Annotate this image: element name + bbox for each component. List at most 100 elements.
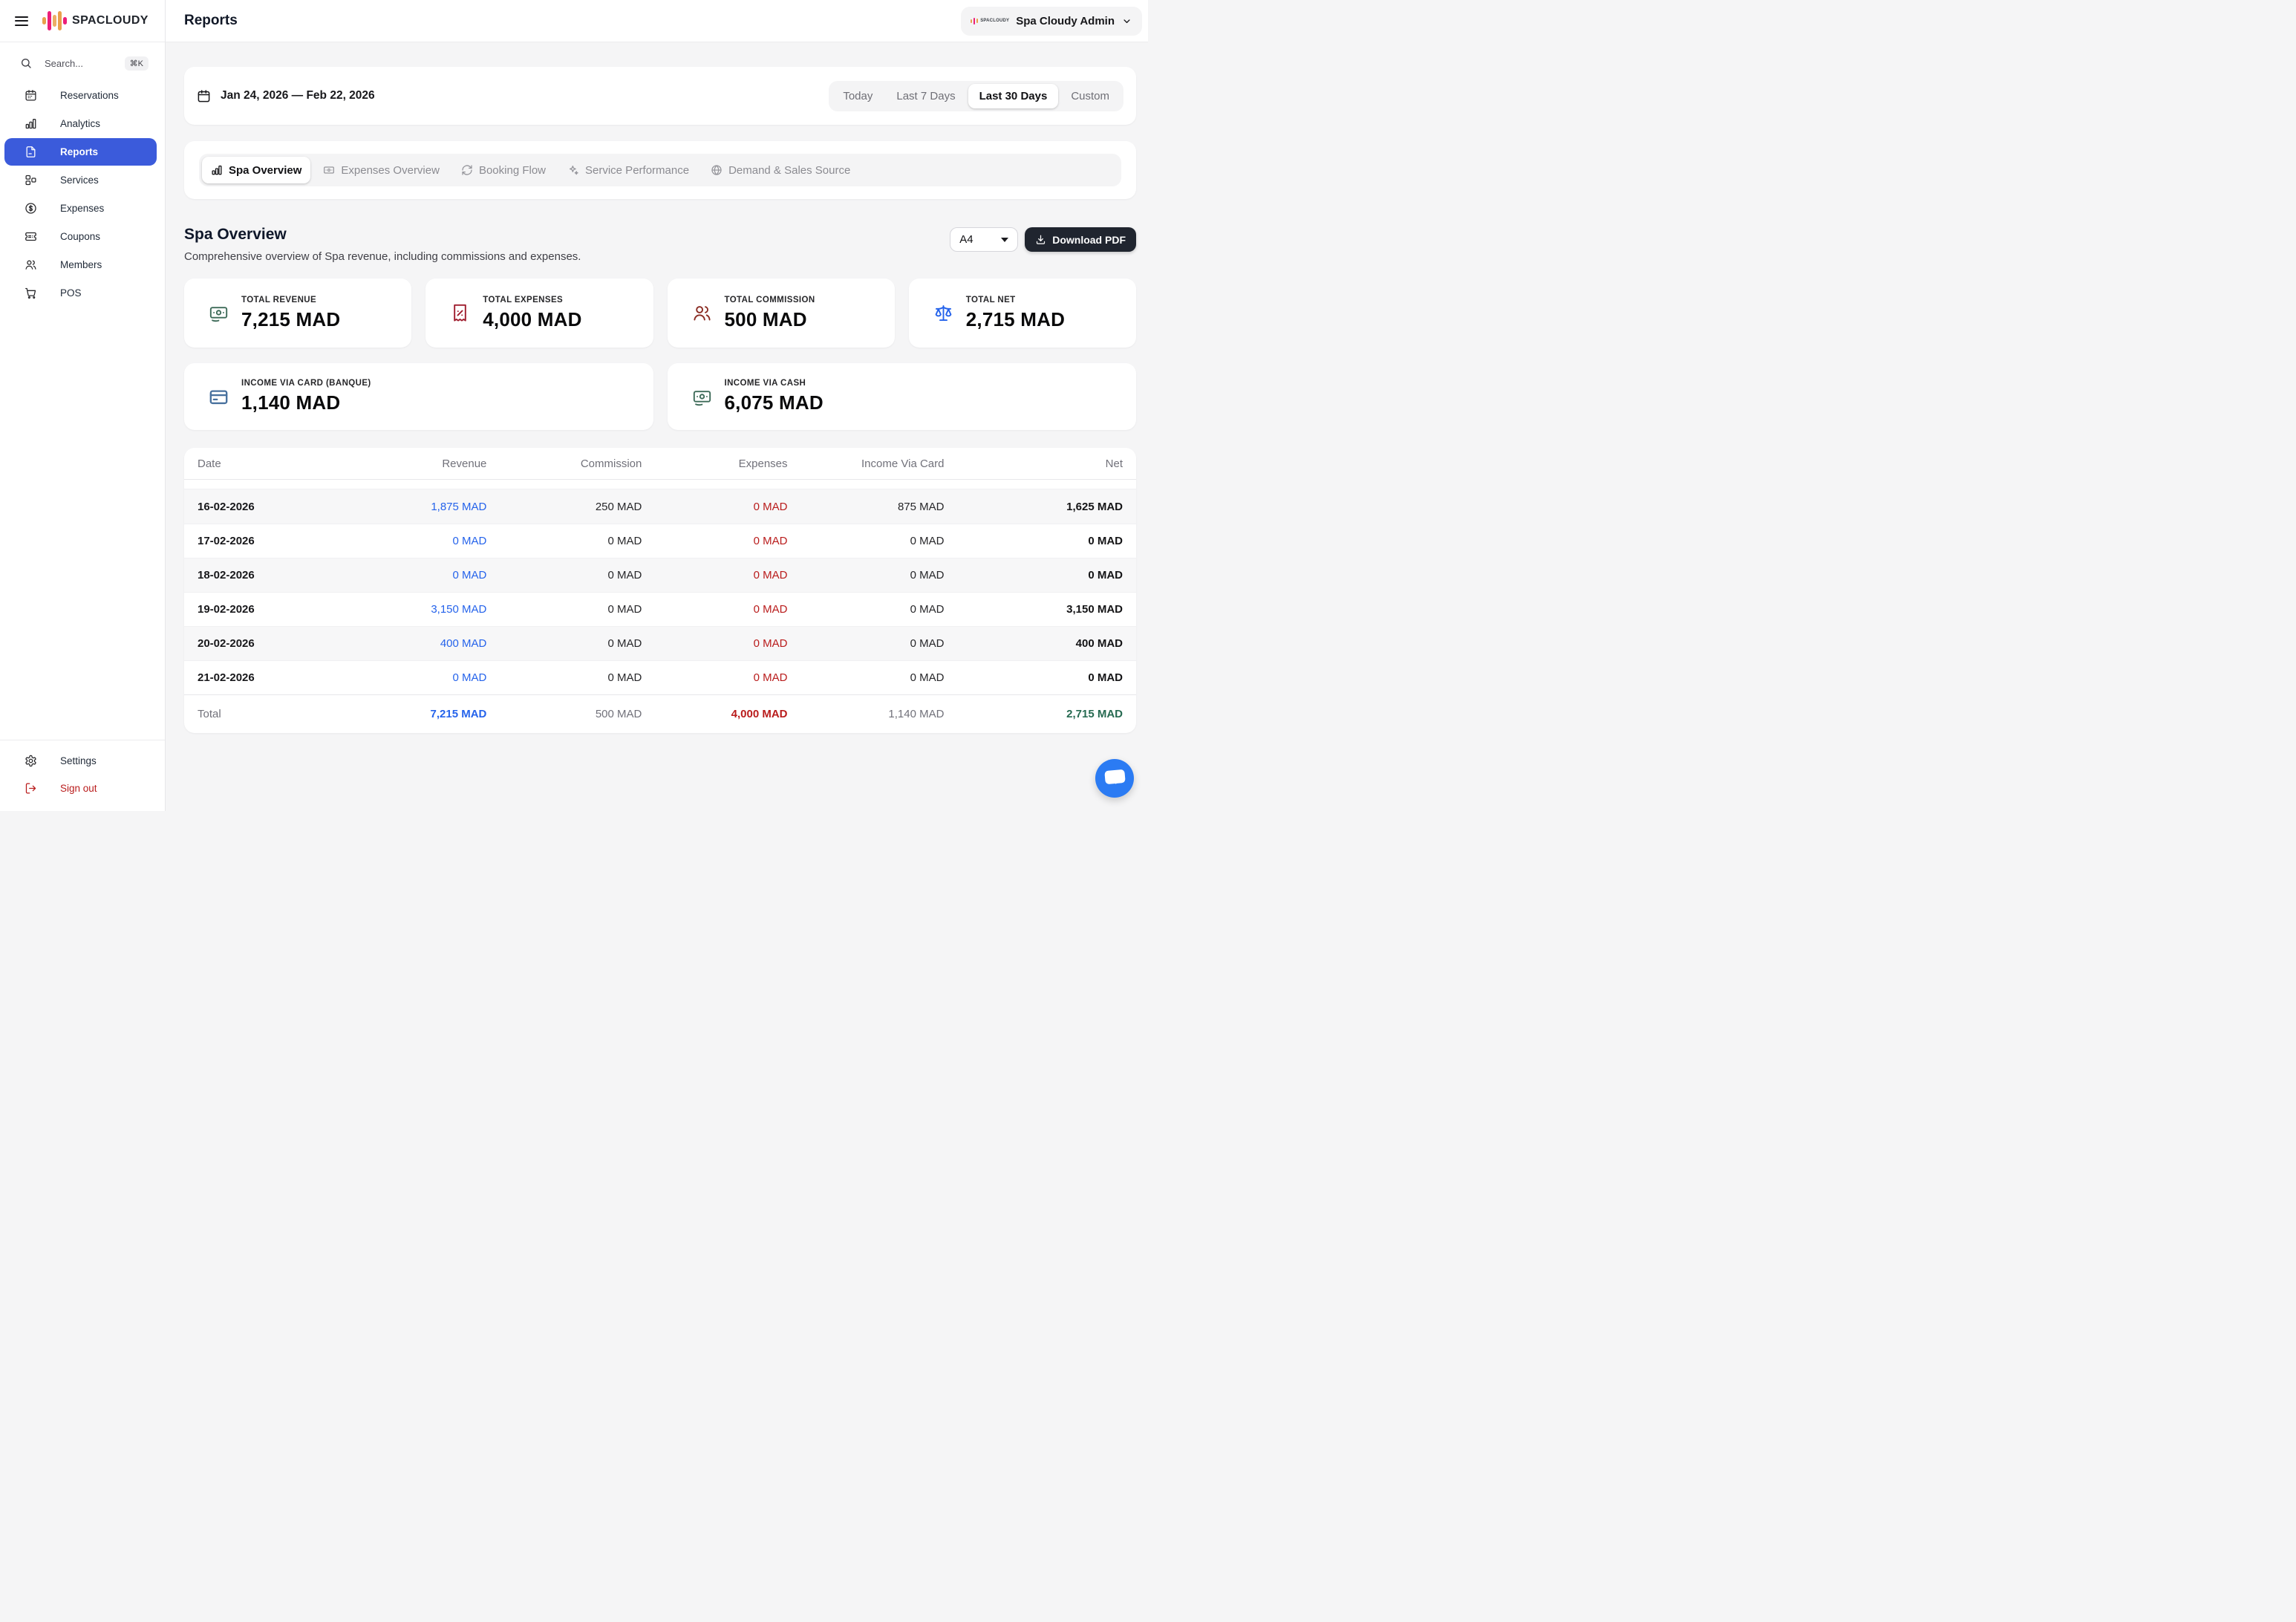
paper-size-select[interactable]: A4	[950, 227, 1018, 252]
content: Jan 24, 2026 — Feb 22, 2026 Today Last 7…	[166, 42, 1148, 733]
sidebar-item-reports[interactable]: Reports	[4, 138, 157, 166]
users-icon	[692, 303, 712, 323]
caret-down-icon	[1001, 238, 1008, 242]
column-header-income-card: Income Via Card	[788, 457, 945, 470]
sidebar-item-coupons[interactable]: Coupons	[4, 223, 157, 250]
sidebar-item-reservations[interactable]: Reservations	[4, 82, 157, 109]
date-range-value: Jan 24, 2026 — Feb 22, 2026	[221, 89, 375, 102]
preset-last-7-days-button[interactable]: Last 7 Days	[885, 84, 966, 108]
banknote-icon	[209, 303, 229, 323]
sidebar-item-label: Coupons	[60, 231, 100, 242]
main-area: Reports SPACLOUDY Spa Cloudy Admin Jan 2…	[166, 0, 1148, 811]
sidebar-item-services[interactable]: Services	[4, 166, 157, 194]
section-description: Comprehensive overview of Spa revenue, i…	[184, 250, 581, 263]
column-header-net: Net	[944, 457, 1123, 470]
preset-today-button[interactable]: Today	[832, 84, 884, 108]
column-header-date: Date	[198, 457, 336, 470]
account-logo-icon: SPACLOUDY	[971, 18, 1010, 25]
stat-value: 7,215 MAD	[241, 308, 340, 331]
preset-last-30-days-button[interactable]: Last 30 Days	[968, 84, 1059, 108]
search-placeholder: Search...	[45, 58, 83, 69]
stat-label: INCOME VIA CARD (BANQUE)	[241, 379, 371, 388]
section-title: Spa Overview	[184, 226, 581, 244]
stat-card-total-commission: TOTAL COMMISSION 500 MAD	[668, 279, 895, 348]
sidebar-item-label: Reservations	[60, 90, 119, 101]
sidebar-item-label: Services	[60, 175, 99, 186]
calendar-icon	[23, 89, 38, 102]
sidebar-footer: Settings Sign out	[0, 740, 165, 811]
download-icon	[1035, 234, 1046, 245]
stats-row-1: TOTAL REVENUE 7,215 MAD TOTAL EXPENSES 4…	[184, 279, 1136, 348]
download-pdf-button[interactable]: Download PDF	[1025, 227, 1136, 252]
stat-card-income-cash: INCOME VIA CASH 6,075 MAD	[668, 363, 1137, 430]
paper-size-value: A4	[959, 233, 973, 246]
date-range-card: Jan 24, 2026 — Feb 22, 2026 Today Last 7…	[184, 67, 1136, 125]
document-icon	[23, 146, 38, 158]
chat-button[interactable]	[1095, 759, 1134, 798]
table-total-row: Total 7,215 MAD 500 MAD 4,000 MAD 1,140 …	[184, 694, 1136, 733]
search-input[interactable]: Search... ⌘K	[9, 52, 149, 74]
stat-value: 2,715 MAD	[966, 308, 1065, 331]
report-tabs-card: Spa Overview Expenses Overview Booking F…	[184, 141, 1136, 199]
sidebar-item-label: Members	[60, 259, 102, 270]
account-name: Spa Cloudy Admin	[1016, 15, 1115, 27]
date-range-picker[interactable]: Jan 24, 2026 — Feb 22, 2026	[197, 89, 375, 103]
table-row: 16-02-2026 1,875 MAD 250 MAD 0 MAD 875 M…	[184, 489, 1136, 524]
sidebar-item-label: Settings	[60, 755, 97, 766]
sidebar: SPACLOUDY Search... ⌘K Reservations Anal…	[0, 0, 166, 811]
table-row-partial	[184, 480, 1136, 489]
sidebar-nav: Reservations Analytics Reports Services …	[0, 82, 165, 740]
sidebar-item-settings[interactable]: Settings	[4, 747, 157, 775]
stat-value: 1,140 MAD	[241, 391, 371, 414]
bar-chart-icon	[23, 117, 38, 130]
report-tabs: Spa Overview Expenses Overview Booking F…	[199, 154, 1121, 186]
sidebar-item-analytics[interactable]: Analytics	[4, 110, 157, 137]
stat-value: 500 MAD	[725, 308, 815, 331]
table-row: 18-02-2026 0 MAD 0 MAD 0 MAD 0 MAD 0 MAD	[184, 558, 1136, 592]
preset-custom-button[interactable]: Custom	[1060, 84, 1121, 108]
sidebar-item-label: Expenses	[60, 203, 104, 214]
sidebar-item-label: Analytics	[60, 118, 100, 129]
sidebar-item-pos[interactable]: POS	[4, 279, 157, 307]
column-header-expenses: Expenses	[642, 457, 787, 470]
tab-booking-flow[interactable]: Booking Flow	[452, 157, 555, 183]
scale-icon	[933, 303, 953, 323]
receipt-percent-icon	[450, 303, 470, 323]
stat-value: 4,000 MAD	[483, 308, 581, 331]
sidebar-header: SPACLOUDY	[0, 0, 165, 42]
banknote-icon	[692, 387, 712, 407]
bar-chart-icon	[211, 164, 223, 176]
menu-icon[interactable]	[15, 16, 28, 26]
table-row: 19-02-2026 3,150 MAD 0 MAD 0 MAD 0 MAD 3…	[184, 592, 1136, 626]
stat-value: 6,075 MAD	[725, 391, 824, 414]
sidebar-item-members[interactable]: Members	[4, 251, 157, 279]
tab-demand-sales-source[interactable]: Demand & Sales Source	[702, 157, 859, 183]
stat-label: INCOME VIA CASH	[725, 379, 824, 388]
sidebar-item-signout[interactable]: Sign out	[4, 775, 157, 802]
stats-row-2: INCOME VIA CARD (BANQUE) 1,140 MAD INCOM…	[184, 363, 1136, 430]
ticket-icon	[23, 230, 38, 243]
users-icon	[23, 258, 38, 271]
table-row: 17-02-2026 0 MAD 0 MAD 0 MAD 0 MAD 0 MAD	[184, 524, 1136, 558]
stat-card-total-expenses: TOTAL EXPENSES 4,000 MAD	[425, 279, 653, 348]
stat-label: TOTAL EXPENSES	[483, 296, 581, 304]
cart-icon	[23, 287, 38, 299]
stat-card-total-revenue: TOTAL REVENUE 7,215 MAD	[184, 279, 411, 348]
stat-card-income-card: INCOME VIA CARD (BANQUE) 1,140 MAD	[184, 363, 653, 430]
sidebar-item-expenses[interactable]: Expenses	[4, 195, 157, 222]
table-header: Date Revenue Commission Expenses Income …	[184, 448, 1136, 480]
logo-bars-icon	[42, 11, 67, 30]
stat-card-total-net: TOTAL NET 2,715 MAD	[909, 279, 1136, 348]
account-menu-button[interactable]: SPACLOUDY Spa Cloudy Admin	[961, 7, 1142, 36]
logout-icon	[23, 782, 38, 795]
tab-service-performance[interactable]: Service Performance	[558, 157, 698, 183]
refresh-icon	[461, 164, 473, 176]
search-icon	[20, 57, 32, 69]
app-logo: SPACLOUDY	[42, 11, 149, 30]
stat-label: TOTAL COMMISSION	[725, 296, 815, 304]
layout-icon	[23, 174, 38, 186]
tab-spa-overview[interactable]: Spa Overview	[202, 157, 310, 183]
section-header: Spa Overview Comprehensive overview of S…	[184, 226, 1136, 263]
globe-icon	[711, 164, 723, 176]
tab-expenses-overview[interactable]: Expenses Overview	[314, 157, 449, 183]
